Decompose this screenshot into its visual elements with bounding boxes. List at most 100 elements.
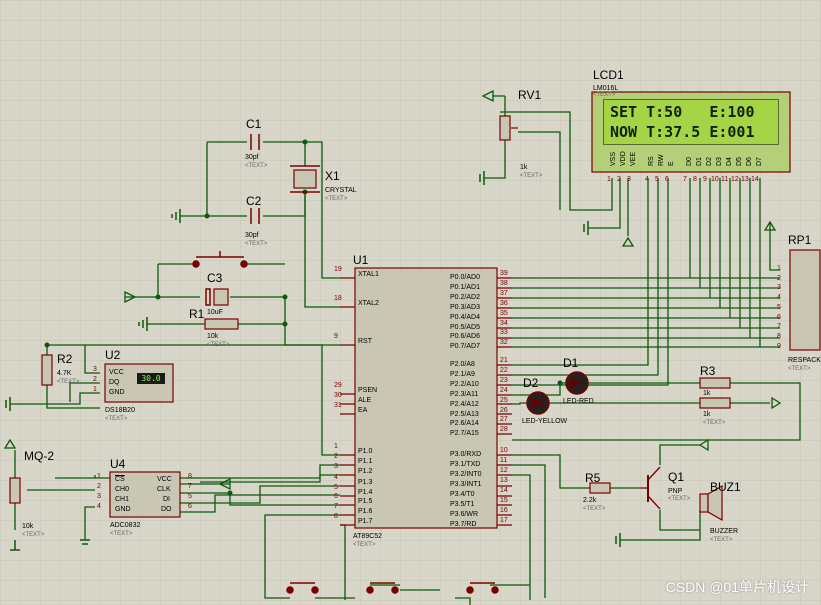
u2-pin-num: 2 bbox=[93, 376, 97, 383]
u1-pin-number: 12 bbox=[500, 467, 508, 474]
u1-pin-label: P3.3/INT1 bbox=[450, 481, 482, 488]
lcd-pin-num: 4 bbox=[645, 176, 649, 183]
lcd-pin-e: E bbox=[668, 161, 675, 166]
u1-part: AT89C52 bbox=[353, 533, 383, 540]
c2-text-tag: <TEXT> bbox=[245, 241, 268, 247]
u1-pin-label: P2.1/A9 bbox=[450, 370, 475, 378]
x1-text-tag: <TEXT> bbox=[325, 196, 348, 202]
u4-pin-cs: CS bbox=[115, 476, 125, 483]
u1-pin-label: P0.5/AD5 bbox=[450, 323, 480, 331]
x1-value: CRYSTAL bbox=[325, 187, 357, 194]
lcd-pin-d2: D2 bbox=[706, 157, 713, 166]
r4-text-tag: <TEXT> bbox=[703, 420, 726, 426]
u1-pin-label: P2.2/A10 bbox=[450, 380, 479, 388]
r3-ref: R3 bbox=[700, 364, 716, 378]
schematic-canvas bbox=[0, 0, 821, 605]
u4-pin-num: 2 bbox=[97, 483, 101, 490]
u1-ref: U1 bbox=[353, 253, 369, 267]
u1-pin-label: RST bbox=[358, 338, 372, 345]
q1-text-tag: <TEXT> bbox=[668, 496, 691, 502]
rp1-pin-number: 2 bbox=[777, 274, 781, 282]
u1-pin-number: 30 bbox=[334, 392, 342, 399]
r2-value: 4.7K bbox=[57, 370, 72, 377]
u1-pin-label: ALE bbox=[358, 397, 372, 404]
u1-pin-number: 32 bbox=[500, 339, 508, 347]
u4-text-tag: <TEXT> bbox=[110, 531, 133, 537]
r2-ref: R2 bbox=[57, 352, 73, 366]
u1-pin-label: EA bbox=[358, 407, 368, 414]
u1-pin-label: P0.4/AD4 bbox=[450, 313, 480, 321]
lcd-pin-num: 7 bbox=[683, 176, 687, 183]
lcd-pin-d1: D1 bbox=[696, 157, 703, 166]
u1-pin-number: 16 bbox=[500, 507, 508, 514]
u1-pin-label: P2.4/A12 bbox=[450, 400, 479, 408]
u1-pin-number: 22 bbox=[500, 366, 508, 374]
u1-pin-label: P2.0/A8 bbox=[450, 361, 475, 368]
u1-pin-number: 31 bbox=[334, 402, 342, 409]
u1-pin-number: 36 bbox=[500, 299, 508, 307]
u4-pin-num: 6 bbox=[188, 503, 192, 510]
u1-pin-number: 28 bbox=[500, 426, 508, 434]
u2-pin-num: 1 bbox=[93, 386, 97, 393]
u1-pin-number: 17 bbox=[500, 517, 508, 524]
u1-pin-number: 27 bbox=[500, 416, 508, 424]
u1-pin-label: P3.5/T1 bbox=[450, 501, 475, 508]
u1-pin-number: 14 bbox=[500, 487, 508, 494]
u2-text-tag: <TEXT> bbox=[105, 416, 128, 422]
r5-value: 2.2k bbox=[583, 497, 597, 504]
lcd-pin-d6: D6 bbox=[746, 157, 753, 166]
u1-pin-label: P2.7/A15 bbox=[450, 430, 479, 438]
buz1-ref: BUZ1 bbox=[710, 480, 741, 494]
u4-ref: U4 bbox=[110, 457, 126, 471]
u1-pin-number: 23 bbox=[500, 376, 508, 384]
u4-pin-num: 7 bbox=[188, 483, 192, 490]
u4-pin-ch1: CH1 bbox=[115, 496, 130, 503]
u1-pin-number: 11 bbox=[500, 457, 508, 464]
u1-pin-number: 10 bbox=[500, 447, 508, 454]
u1-pin-number: 6 bbox=[334, 493, 338, 500]
r5-ref: R5 bbox=[585, 471, 601, 485]
buz1-text-tag: <TEXT> bbox=[710, 537, 733, 543]
lcd-pin-num: 12 bbox=[731, 176, 739, 183]
rp1-pin-number: 5 bbox=[777, 303, 781, 311]
r3-value: 1k bbox=[703, 390, 711, 397]
lcd-pin-num: 2 bbox=[617, 176, 621, 183]
lcd-pin-num: 13 bbox=[741, 176, 749, 183]
rp1-pin-number: 7 bbox=[777, 323, 781, 331]
rp1-pin-number: 4 bbox=[777, 294, 781, 302]
u4-pin-num: 8 bbox=[188, 473, 192, 480]
lcd-pin-num: 1 bbox=[607, 176, 611, 183]
lcd-screen: SET T:50 E:100 NOW T:37.5 E:001 bbox=[603, 99, 779, 145]
mq2-value: 10k bbox=[22, 523, 34, 530]
u1-pin-label: P1.4 bbox=[358, 489, 373, 496]
u1-pin-label: P1.0 bbox=[358, 448, 373, 455]
u1-pin-number: 3 bbox=[334, 463, 338, 470]
mq2-text-tag: <TEXT> bbox=[22, 532, 45, 538]
u1-pin-label: P3.4/T0 bbox=[450, 491, 475, 498]
lcd-pin-num: 9 bbox=[703, 176, 707, 183]
u1-pin-label: P1.6 bbox=[358, 508, 373, 515]
x1-ref: X1 bbox=[325, 169, 340, 183]
r1-value: 10k bbox=[207, 333, 219, 340]
u4-pin-gnd: GND bbox=[115, 506, 131, 513]
u2-pin-gnd: GND bbox=[109, 389, 125, 396]
u1-pin-number: 7 bbox=[334, 503, 338, 510]
d1-ref: D1 bbox=[563, 356, 579, 370]
lcd-pin-num: 3 bbox=[627, 176, 631, 183]
u1-pin-number: 29 bbox=[334, 382, 342, 389]
u1-pin-label: P0.0/AD0 bbox=[450, 274, 480, 281]
q1-ref: Q1 bbox=[668, 470, 685, 484]
c1-value: 30pf bbox=[245, 154, 259, 161]
lcd-pin-rs: RS bbox=[648, 156, 655, 166]
u1-pin-number: 39 bbox=[500, 270, 508, 277]
c2-value: 30pf bbox=[245, 232, 259, 239]
r1-ref: R1 bbox=[189, 307, 205, 321]
u1-pin-label: P0.2/AD2 bbox=[450, 293, 480, 301]
lcd-pin-num: 11 bbox=[721, 176, 729, 183]
u1-pin-number: 21 bbox=[500, 357, 508, 364]
u1-pin-number: 4 bbox=[334, 474, 338, 481]
c2-ref: C2 bbox=[246, 194, 262, 208]
u4-pin-num: 1 bbox=[97, 473, 101, 480]
lcd-ref: LCD1 bbox=[593, 68, 624, 82]
u1-pin-label: PSEN bbox=[358, 387, 378, 394]
